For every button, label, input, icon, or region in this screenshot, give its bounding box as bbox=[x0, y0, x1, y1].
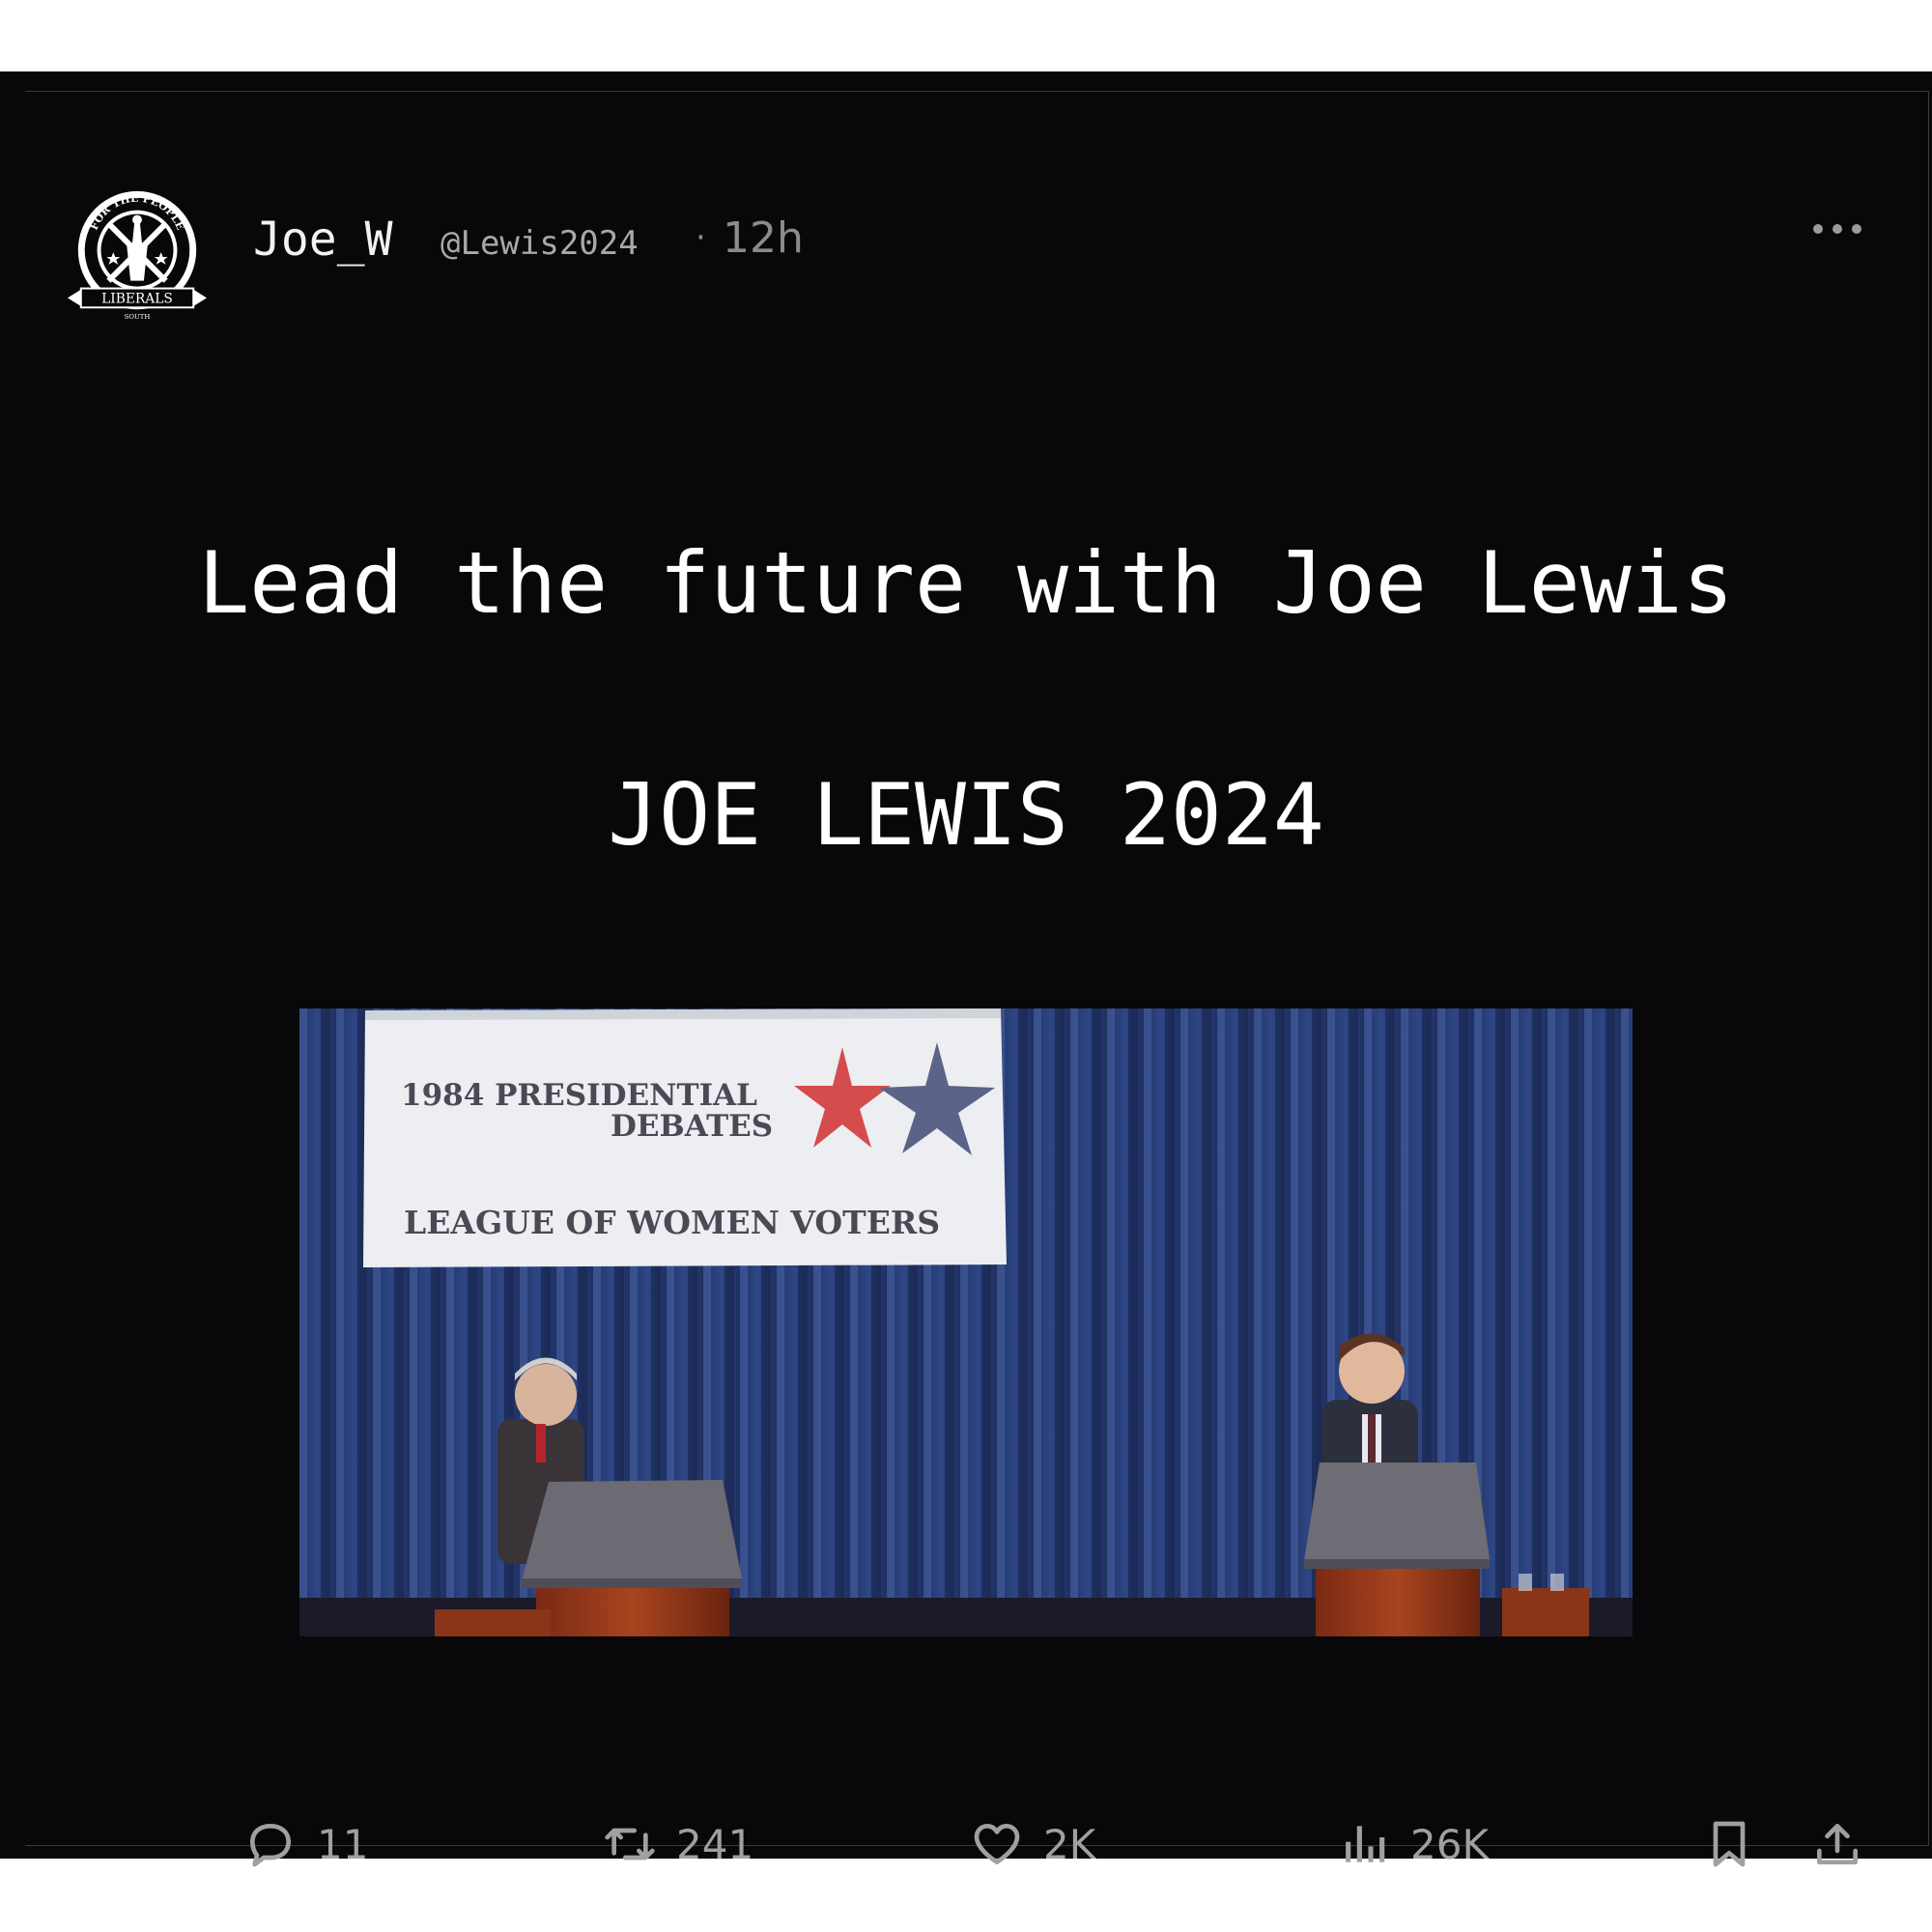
post-card[interactable]: FOR THE PEOPLE LIBERALS SOUTH Joe_W @Lew… bbox=[0, 71, 1932, 1868]
repost-button[interactable]: 241 bbox=[603, 1810, 753, 1878]
post-time[interactable]: 12h bbox=[723, 213, 804, 263]
banner-line-1: 1984 PRESIDENTIAL bbox=[401, 1078, 757, 1113]
repost-icon bbox=[605, 1828, 655, 1861]
like-count: 2K bbox=[1043, 1820, 1096, 1868]
seal-ribbon-text: LIBERALS bbox=[101, 291, 173, 306]
liberals-seal-icon: FOR THE PEOPLE LIBERALS SOUTH bbox=[67, 190, 208, 321]
share-icon bbox=[1817, 1824, 1858, 1864]
debate-photo: 1984 PRESIDENTIAL DEBATES LEAGUE OF WOME… bbox=[299, 1009, 1633, 1636]
banner-line-2: DEBATES bbox=[611, 1109, 773, 1144]
headline-primary: Lead the future with Joe Lewis bbox=[198, 533, 1734, 633]
separator-dot: · bbox=[696, 218, 706, 257]
bookmark-icon bbox=[1713, 1821, 1746, 1867]
like-button[interactable]: 2K bbox=[970, 1810, 1095, 1878]
views-button[interactable]: 26K bbox=[1337, 1810, 1489, 1878]
post-image[interactable]: 1984 PRESIDENTIAL DEBATES LEAGUE OF WOME… bbox=[299, 1009, 1633, 1636]
user-handle[interactable]: @Lewis2024 bbox=[440, 224, 639, 263]
reply-icon bbox=[250, 1824, 291, 1867]
reply-count: 11 bbox=[317, 1820, 369, 1868]
bookmark-button[interactable] bbox=[1702, 1810, 1756, 1878]
display-name[interactable]: Joe_W bbox=[253, 213, 393, 267]
more-options-icon[interactable] bbox=[1810, 214, 1864, 243]
banner-line-3: LEAGUE OF WOMEN VOTERS bbox=[404, 1204, 940, 1241]
heart-icon bbox=[974, 1824, 1020, 1864]
action-bar: 11 241 2K 26K bbox=[0, 1810, 1932, 1878]
headline-secondary: JOE LEWIS 2024 bbox=[608, 765, 1324, 865]
repost-count: 241 bbox=[676, 1820, 754, 1868]
views-count: 26K bbox=[1410, 1820, 1489, 1868]
seal-bottom-text: SOUTH bbox=[125, 313, 151, 321]
avatar[interactable]: FOR THE PEOPLE LIBERALS SOUTH bbox=[66, 185, 209, 328]
share-button[interactable] bbox=[1810, 1810, 1864, 1878]
reply-button[interactable]: 11 bbox=[243, 1810, 368, 1878]
analytics-icon bbox=[1346, 1826, 1385, 1862]
